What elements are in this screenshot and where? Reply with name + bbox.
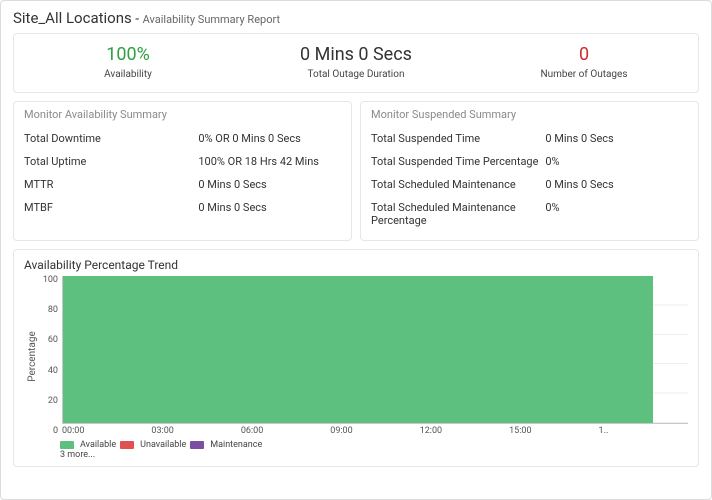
suspended-summary-panel: Monitor Suspended Summary Total Suspende… [360, 101, 699, 241]
availability-summary-row: Total Downtime0% OR 0 Mins 0 Secs [24, 127, 341, 150]
suspended-summary-label: Total Scheduled Maintenance [371, 178, 545, 191]
suspended-summary-title: Monitor Suspended Summary [371, 108, 688, 121]
summary-columns: Monitor Availability Summary Total Downt… [13, 101, 699, 241]
suspended-summary-row: Total Suspended Time Percentage0% [371, 150, 688, 173]
legend-more-link[interactable]: 3 more... [60, 450, 688, 460]
chart-plot[interactable] [62, 276, 688, 424]
chart-x-tick: 03:00 [151, 426, 240, 436]
stat-availability: 100% Availability [14, 34, 242, 92]
suspended-summary-value: 0 Mins 0 Secs [545, 132, 688, 145]
trend-chart-area: Percentage 100 80 60 40 20 0 00:0003:0006:000… [24, 276, 688, 436]
availability-summary-label: Total Downtime [24, 132, 198, 145]
chart-x-tick: 12:00 [420, 426, 509, 436]
chart-x-tick: 1.. [599, 426, 688, 436]
chart-x-tick: 06:00 [241, 426, 330, 436]
chart-y-tick: 20 [48, 397, 58, 406]
availability-summary-label: MTTR [24, 178, 198, 191]
availability-summary-row: MTBF0 Mins 0 Secs [24, 196, 341, 219]
stat-availability-value: 100% [20, 44, 236, 65]
legend-label-unavailable: Unavailable [140, 440, 186, 450]
chart-series-available [63, 276, 653, 423]
legend-swatch-available [60, 441, 74, 449]
trend-chart-title: Availability Percentage Trend [24, 258, 688, 272]
suspended-summary-value: 0% [545, 201, 688, 227]
page-title: Site_All Locations - Availability Summar… [13, 9, 699, 27]
legend-label-available: Available [80, 440, 116, 450]
chart-y-axis-label-wrap: Percentage [24, 276, 40, 436]
top-stats-bar: 100% Availability 0 Mins 0 Secs Total Ou… [13, 33, 699, 93]
availability-summary-label: Total Uptime [24, 155, 198, 168]
stat-outage-duration-label: Total Outage Duration [248, 69, 464, 80]
availability-summary-value: 100% OR 18 Hrs 42 Mins [198, 155, 341, 168]
availability-summary-row: MTTR0 Mins 0 Secs [24, 173, 341, 196]
availability-summary-title: Monitor Availability Summary [24, 108, 341, 121]
legend-label-maintenance: Maintenance [210, 440, 262, 450]
legend-swatch-maintenance [190, 441, 204, 449]
chart-y-tick: 40 [48, 367, 58, 376]
legend-swatch-unavailable [120, 441, 134, 449]
chart-x-tick: 15:00 [509, 426, 598, 436]
stat-availability-label: Availability [20, 69, 236, 80]
chart-y-ticks: 100 80 60 40 20 0 [40, 276, 62, 436]
site-name: Site_All Locations [13, 9, 132, 27]
availability-summary-value: 0 Mins 0 Secs [198, 201, 341, 214]
stat-outage-duration-value: 0 Mins 0 Secs [248, 44, 464, 65]
stat-outage-count-value: 0 [476, 44, 692, 65]
stat-outage-duration: 0 Mins 0 Secs Total Outage Duration [242, 34, 470, 92]
chart-legend[interactable]: Available Unavailable Maintenance [60, 440, 688, 450]
stat-outage-count: 0 Number of Outages [470, 34, 698, 92]
chart-y-tick: 100 [43, 276, 58, 285]
suspended-summary-label: Total Suspended Time [371, 132, 545, 145]
availability-summary-value: 0% OR 0 Mins 0 Secs [198, 132, 341, 145]
chart-y-tick: 80 [48, 306, 58, 315]
suspended-summary-value: 0 Mins 0 Secs [545, 178, 688, 191]
suspended-summary-row: Total Scheduled Maintenance0 Mins 0 Secs [371, 173, 688, 196]
availability-summary-value: 0 Mins 0 Secs [198, 178, 341, 191]
suspended-summary-row: Total Scheduled Maintenance Percentage0% [371, 196, 688, 232]
availability-summary-label: MTBF [24, 201, 198, 214]
chart-y-axis-label: Percentage [27, 331, 38, 382]
suspended-summary-row: Total Suspended Time0 Mins 0 Secs [371, 127, 688, 150]
chart-x-ticks: 00:0003:0006:0009:0012:0015:001.. [62, 424, 688, 436]
title-separator: - [132, 11, 143, 27]
chart-y-tick: 0 [53, 427, 58, 436]
suspended-summary-value: 0% [545, 155, 688, 168]
chart-y-tick: 60 [48, 336, 58, 345]
suspended-summary-label: Total Scheduled Maintenance Percentage [371, 201, 545, 227]
report-subtitle: Availability Summary Report [143, 13, 281, 26]
chart-x-tick: 09:00 [330, 426, 419, 436]
trend-chart-panel: Availability Percentage Trend Percentage… [13, 249, 699, 467]
chart-x-tick: 00:00 [62, 426, 151, 436]
chart-plot-wrap: 00:0003:0006:0009:0012:0015:001.. [62, 276, 688, 436]
suspended-summary-label: Total Suspended Time Percentage [371, 155, 545, 168]
availability-summary-panel: Monitor Availability Summary Total Downt… [13, 101, 352, 241]
stat-outage-count-label: Number of Outages [476, 69, 692, 80]
availability-summary-row: Total Uptime100% OR 18 Hrs 42 Mins [24, 150, 341, 173]
